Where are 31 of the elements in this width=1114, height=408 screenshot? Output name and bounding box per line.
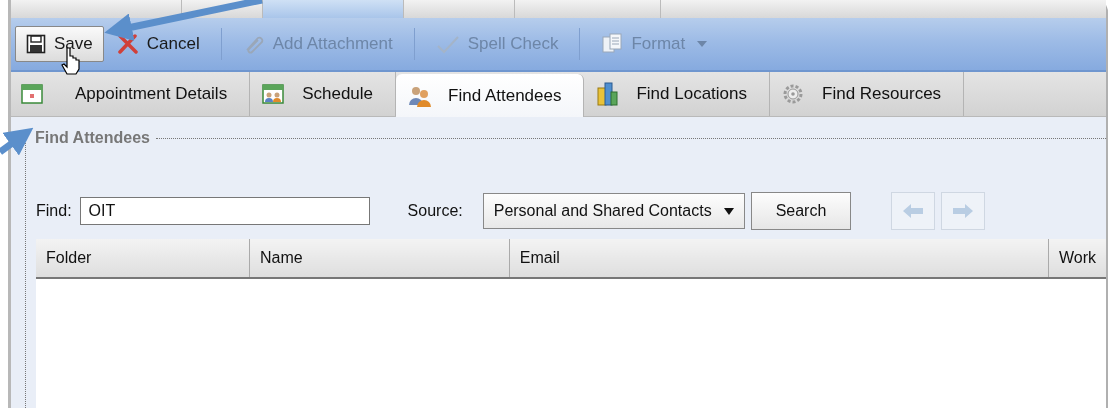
left-arrow-icon — [901, 202, 926, 220]
calendar-people-icon — [262, 83, 285, 105]
toolbar-button[interactable]: Cancel — [105, 26, 211, 62]
caret-icon — [697, 41, 708, 47]
section-title: Find Attendees — [34, 129, 150, 147]
field-label: Find: — [36, 202, 72, 220]
column-header[interactable]: Name — [249, 239, 510, 278]
window-tab[interactable] — [263, 0, 404, 18]
column-header[interactable]: Email — [509, 239, 1049, 278]
search-button[interactable]: Search — [750, 192, 852, 230]
cross-icon — [116, 34, 139, 54]
toolbar-button[interactable]: Save — [15, 26, 104, 62]
calendar-icon — [21, 83, 43, 105]
caret-icon — [723, 207, 734, 215]
check-mark-icon — [435, 34, 460, 54]
tab[interactable]: Schedule — [250, 72, 397, 116]
column-header[interactable]: Folder — [36, 239, 250, 278]
source-dropdown[interactable]: Personal and Shared Contacts — [482, 193, 745, 229]
hand-cursor-icon — [61, 47, 80, 75]
tab[interactable]: Appointment Details — [11, 72, 251, 116]
gear-icon — [782, 83, 805, 105]
buildings-icon — [596, 82, 619, 106]
people-icon — [408, 84, 433, 107]
find-input-field[interactable]: OIT — [79, 197, 370, 225]
tab[interactable]: Find Locations — [584, 72, 771, 116]
column-header[interactable]: Work — [1048, 239, 1106, 278]
field-label: Source: — [407, 202, 463, 220]
annotation-arrow — [0, 127, 34, 156]
tab[interactable]: Find Attendees — [396, 74, 585, 117]
document-icon — [601, 33, 624, 55]
tab[interactable]: Find Resources — [770, 72, 965, 116]
